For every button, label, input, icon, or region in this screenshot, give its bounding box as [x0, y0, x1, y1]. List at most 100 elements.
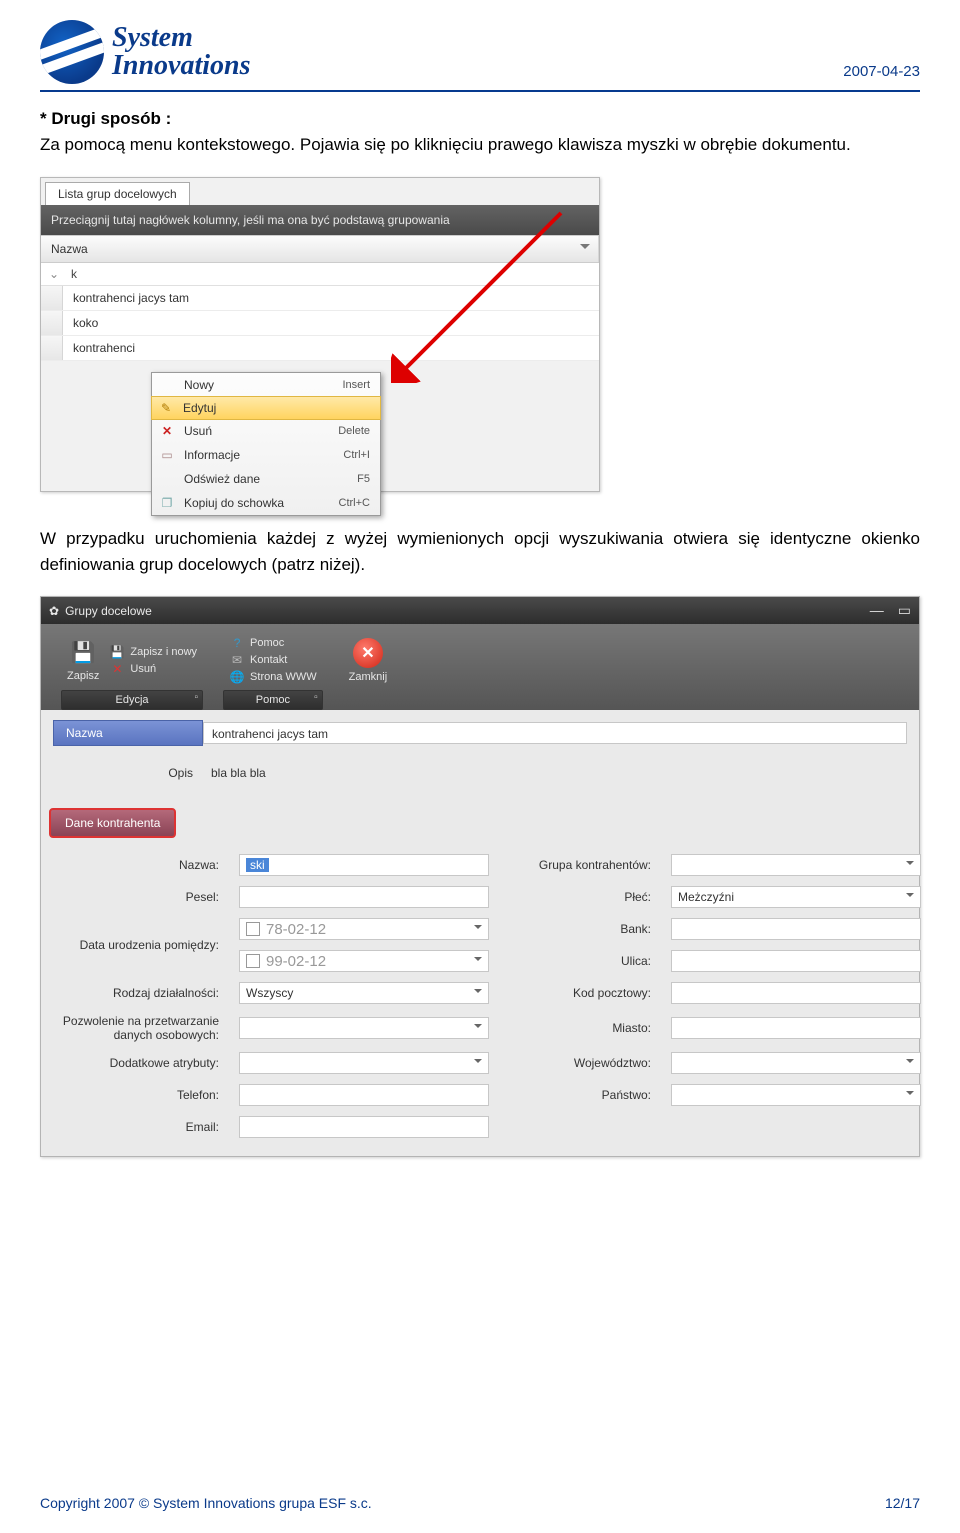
header-date: 2007-04-23	[843, 63, 920, 84]
save-new-icon: 💾	[109, 645, 125, 659]
brand-line2: Innovations	[112, 52, 251, 80]
screenshot-context-menu: Lista grup docelowych Przeciągnij tutaj …	[40, 177, 600, 492]
input-data-to[interactable]: 99-02-12	[239, 950, 489, 972]
input-nazwa2[interactable]: ski	[239, 854, 489, 876]
save-button[interactable]: 💾 Zapisz	[67, 639, 99, 682]
filter-row: ⌄ k	[41, 263, 599, 286]
ribbon: 💾 Zapisz 💾Zapisz i nowy ✕Usuń Edycja ?Po…	[41, 624, 919, 710]
help-button[interactable]: ?Pomoc	[229, 636, 317, 650]
copy-icon: ❐	[158, 495, 176, 511]
label-rodzaj: Rodzaj działalności:	[53, 986, 223, 1000]
logo-text: System Innovations	[112, 24, 251, 80]
input-pozwolenie[interactable]	[239, 1017, 489, 1039]
edit-icon: ✎	[157, 400, 175, 416]
delete-icon: ✕	[109, 662, 125, 676]
page-header: System Innovations 2007-04-23	[40, 20, 920, 92]
menu-item-nowy[interactable]: Nowy Insert	[152, 373, 380, 397]
logo-mark-icon	[40, 20, 104, 84]
close-icon: ✕	[353, 638, 383, 668]
label-dodatkowe: Dodatkowe atrybuty:	[53, 1056, 223, 1070]
maximize-icon[interactable]: ▭	[898, 602, 911, 619]
funnel-icon[interactable]: ⌄	[41, 263, 63, 285]
input-data-from[interactable]: 78-02-12	[239, 918, 489, 940]
globe-icon: 🌐	[229, 670, 245, 684]
grid-header: Nazwa	[41, 235, 599, 263]
paragraph-2: W przypadku uruchomienia każdej z wyżej …	[40, 526, 920, 579]
section-dane-kontrahenta: Dane kontrahenta	[49, 808, 176, 838]
menu-item-odswiez[interactable]: Odśwież dane F5	[152, 467, 380, 491]
input-plec[interactable]: Meżczyźni	[671, 886, 921, 908]
input-opis[interactable]: bla bla bla	[203, 762, 907, 784]
column-nazwa[interactable]: Nazwa	[41, 236, 599, 262]
label-nazwa2: Nazwa:	[53, 858, 223, 872]
cell: kontrahenci	[63, 336, 599, 360]
page-footer: Copyright 2007 © System Innovations grup…	[40, 1495, 920, 1511]
close-button[interactable]: ✕ Zamknij	[349, 638, 388, 683]
label-bank: Bank:	[505, 922, 655, 936]
label-wojewodztwo: Województwo:	[505, 1056, 655, 1070]
checkbox-icon[interactable]	[246, 954, 260, 968]
label-email: Email:	[53, 1120, 223, 1134]
label-pesel: Pesel:	[53, 890, 223, 904]
minimize-icon[interactable]: —	[870, 602, 884, 619]
input-kod[interactable]	[671, 982, 921, 1004]
input-miasto[interactable]	[671, 1017, 921, 1039]
menu-item-usun[interactable]: ✕ Usuń Delete	[152, 419, 380, 443]
group-drag-hint: Przeciągnij tutaj nagłówek kolumny, jeśl…	[41, 205, 599, 235]
menu-item-informacje[interactable]: ▭ Informacje Ctrl+I	[152, 443, 380, 467]
table-row[interactable]: kontrahenci jacys tam	[41, 286, 599, 311]
context-menu: Nowy Insert ✎ Edytuj ✕ Usuń Delete ▭ Inf…	[151, 372, 381, 516]
table-row[interactable]: koko	[41, 311, 599, 336]
input-panstwo[interactable]	[671, 1084, 921, 1106]
checkbox-icon[interactable]	[246, 922, 260, 936]
filter-value[interactable]: k	[63, 263, 85, 285]
input-ulica[interactable]	[671, 950, 921, 972]
input-dodatkowe[interactable]	[239, 1052, 489, 1074]
ribbon-group-pomoc: ?Pomoc ✉Kontakt 🌐Strona WWW Pomoc	[213, 632, 333, 710]
window-title: Grupy docelowe	[65, 604, 152, 618]
info-icon: ▭	[158, 447, 176, 463]
label-pozwolenie: Pozwolenie na przetwarzanie danych osobo…	[53, 1014, 223, 1042]
label-ulica: Ulica:	[505, 954, 655, 968]
ribbon-group-close: ✕ Zamknij .	[333, 632, 404, 710]
delete-button[interactable]: ✕Usuń	[109, 662, 197, 676]
input-bank[interactable]	[671, 918, 921, 940]
save-new-button[interactable]: 💾Zapisz i nowy	[109, 645, 197, 659]
input-nazwa[interactable]: kontrahenci jacys tam	[203, 722, 907, 744]
tab-lista-grup[interactable]: Lista grup docelowych	[45, 182, 190, 205]
screenshot-grupy-docelowe: ✿ Grupy docelowe — ▭ 💾 Zapisz 💾Zapisz i …	[40, 596, 920, 1157]
label-opis: Opis	[53, 766, 203, 780]
footer-copyright: Copyright 2007 © System Innovations grup…	[40, 1495, 372, 1511]
logo: System Innovations	[40, 20, 251, 84]
input-rodzaj[interactable]: Wszyscy	[239, 982, 489, 1004]
label-miasto: Miasto:	[505, 1021, 655, 1035]
input-wojewodztwo[interactable]	[671, 1052, 921, 1074]
ribbon-group-title-pomoc: Pomoc	[223, 690, 323, 710]
save-icon: 💾	[69, 639, 97, 667]
www-button[interactable]: 🌐Strona WWW	[229, 670, 317, 684]
label-grupa: Grupa kontrahentów:	[505, 858, 655, 872]
input-email[interactable]	[239, 1116, 489, 1138]
label-panstwo: Państwo:	[505, 1088, 655, 1102]
cell: kontrahenci jacys tam	[63, 286, 599, 310]
window-gear-icon: ✿	[49, 604, 59, 618]
paragraph-1-bold: * Drugi sposób :	[40, 109, 171, 128]
window-titlebar: ✿ Grupy docelowe — ▭	[41, 597, 919, 624]
label-plec: Płeć:	[505, 890, 655, 904]
form-grid: Nazwa: ski Grupa kontrahentów: Pesel: Pł…	[41, 844, 919, 1156]
menu-item-kopiuj[interactable]: ❐ Kopiuj do schowka Ctrl+C	[152, 491, 380, 515]
label-nazwa: Nazwa	[53, 720, 203, 746]
input-grupa[interactable]	[671, 854, 921, 876]
label-kod: Kod pocztowy:	[505, 986, 655, 1000]
ribbon-group-title-edycja: Edycja	[61, 690, 203, 710]
footer-page: 12/17	[885, 1495, 920, 1511]
label-data-ur: Data urodzenia pomiędzy:	[53, 938, 223, 952]
table-row[interactable]: kontrahenci	[41, 336, 599, 361]
contact-button[interactable]: ✉Kontakt	[229, 653, 317, 667]
label-telefon: Telefon:	[53, 1088, 223, 1102]
delete-icon: ✕	[158, 423, 176, 439]
brand-line1: System	[112, 24, 251, 52]
input-pesel[interactable]	[239, 886, 489, 908]
input-telefon[interactable]	[239, 1084, 489, 1106]
menu-item-edytuj[interactable]: ✎ Edytuj	[151, 396, 381, 420]
